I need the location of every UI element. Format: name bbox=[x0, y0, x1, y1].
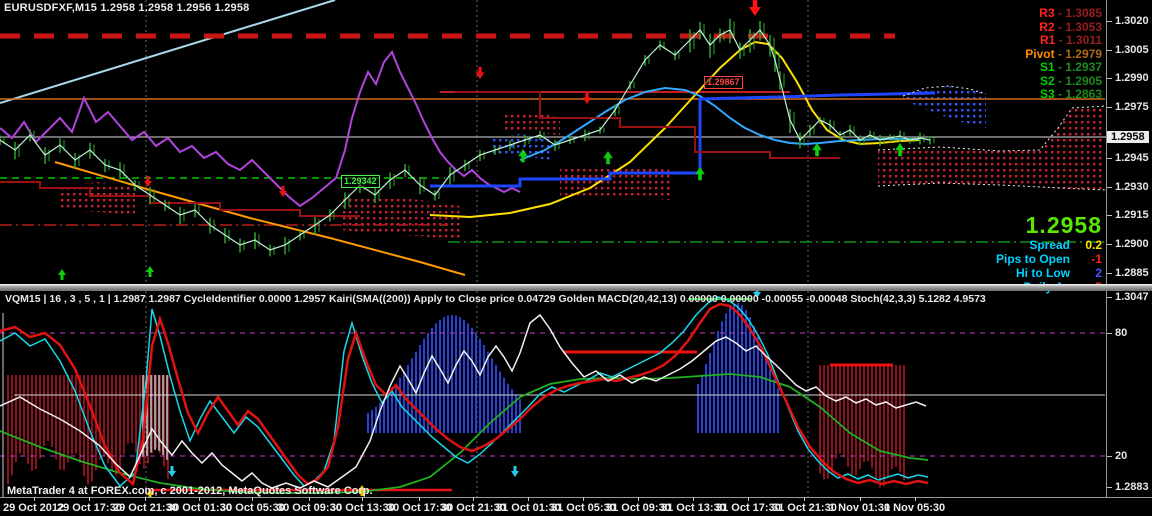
price-tick: 1.3005 bbox=[1107, 44, 1149, 56]
indicator-tick: 1.3047 bbox=[1107, 291, 1149, 303]
info-row-hi-to-low: Hi to Low 2 bbox=[1016, 266, 1102, 280]
pivot-row-r2: R2 - 1.3053 bbox=[1039, 19, 1102, 34]
price-tick: 1.2915 bbox=[1107, 209, 1149, 221]
indicator-panel-canvas[interactable] bbox=[0, 291, 1106, 497]
pivot-row-s2: S2 - 1.2905 bbox=[1039, 73, 1102, 88]
time-label: 29 Oct 2012 bbox=[3, 497, 64, 514]
chart-price-label: 1.29342 bbox=[341, 175, 380, 188]
current-price-marker: 1.2958 bbox=[1107, 131, 1149, 143]
indicator-header: VQM15 | 16 , 3 , 5 , 1 | 1.2987 1.2987 C… bbox=[5, 293, 986, 305]
info-row-pips-to-open: Pips to Open -1 bbox=[995, 252, 1102, 266]
copyright-text: MetaTrader 4 at FOREX.com, c 2001-2012, … bbox=[7, 485, 373, 497]
price-tick: 1.2885 bbox=[1107, 267, 1149, 279]
mt4-chart-window: EURUSDFXF,M15 1.2958 1.2958 1.2956 1.295… bbox=[0, 0, 1152, 516]
main-chart-canvas[interactable] bbox=[0, 0, 1106, 284]
pivot-row-r3: R3 - 1.3085 bbox=[1039, 6, 1102, 20]
pivot-row-pivot: Pivot - 1.2979 bbox=[1025, 46, 1102, 61]
indicator-tick: 1.2883 bbox=[1107, 481, 1149, 493]
pivot-row-r1: R1 - 1.3011 bbox=[1039, 33, 1102, 47]
indicator-tick: 20 bbox=[1107, 450, 1127, 462]
symbol-ohlc-line: EURUSDFXF,M15 1.2958 1.2958 1.2956 1.295… bbox=[4, 2, 250, 14]
price-tick: 1.3020 bbox=[1107, 15, 1149, 27]
price-tick: 1.2990 bbox=[1107, 72, 1149, 84]
indicator-tick: 80 bbox=[1107, 327, 1127, 339]
market-info-panel: 1.2958 Spread 0.2 Pips to Open -1 Hi to Low 2… bbox=[995, 212, 1102, 295]
info-row-spread: Spread 0.2 bbox=[1029, 238, 1102, 252]
pivot-levels-panel: R3 - 1.3085 R2 - 1.3053 R1 - 1.3011 Pivot -… bbox=[1025, 6, 1102, 102]
time-scale[interactable]: 29 Oct 2012 29 Oct 17:30 29 Oct 21:30 30 Oc… bbox=[0, 497, 1152, 516]
panel-splitter[interactable] bbox=[0, 284, 1152, 291]
price-tick: 1.2945 bbox=[1107, 152, 1149, 164]
time-label: 1 Nov 01:30 bbox=[829, 497, 890, 514]
price-tick: 1.2930 bbox=[1107, 181, 1149, 193]
price-scale[interactable]: 1.3020 1.3005 1.2990 1.2975 1.2945 1.2930 1.29… bbox=[1106, 0, 1152, 497]
price-tick: 1.2900 bbox=[1107, 238, 1149, 250]
time-label: 30 Oct 13:30 bbox=[330, 497, 395, 514]
current-price-big: 1.2958 bbox=[1025, 212, 1102, 238]
time-label: 30 Oct 05:30 bbox=[220, 497, 285, 514]
pivot-row-s1: S1 - 1.2937 bbox=[1039, 60, 1102, 74]
time-label: 1 Nov 05:30 bbox=[884, 497, 945, 514]
price-tick: 1.2975 bbox=[1107, 101, 1149, 113]
pivot-row-s3: S3 - 1.2863 bbox=[1039, 87, 1102, 101]
time-label: 31 Oct 21:30 bbox=[772, 497, 837, 514]
chart-price-label: 1.29867 bbox=[704, 76, 743, 89]
